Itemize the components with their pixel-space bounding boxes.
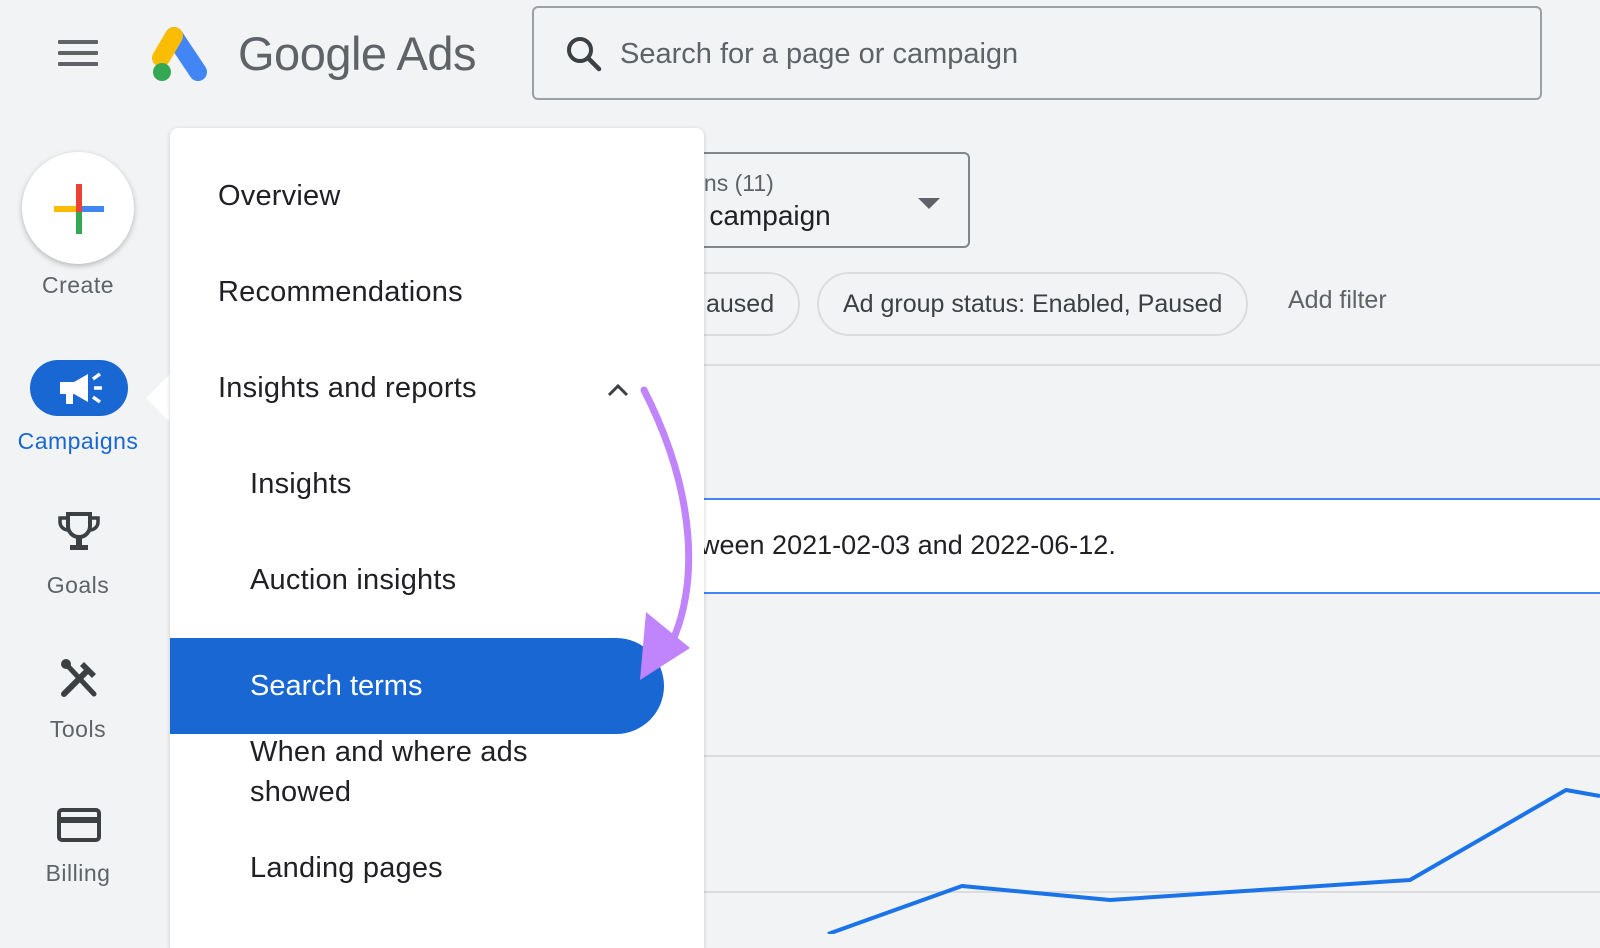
search-icon <box>564 34 604 74</box>
top-bar: Google Ads <box>0 0 1600 120</box>
menu-item-landing-pages[interactable]: Landing pages <box>250 852 443 885</box>
menu-pointer <box>146 374 170 422</box>
filter-chip-label: Ad group status: Enabled, Paused <box>843 290 1222 318</box>
menu-item-recommendations[interactable]: Recommendations <box>218 276 463 309</box>
menu-item-auction-insights[interactable]: Auction insights <box>250 564 456 597</box>
credit-card-icon[interactable] <box>56 802 102 848</box>
search-input[interactable] <box>618 28 1502 80</box>
campaign-selector-value: a campaign <box>686 200 831 232</box>
filter-chip-label: aused <box>706 290 774 318</box>
menu-item-overview[interactable]: Overview <box>218 180 340 213</box>
menu-item-insights-and-reports[interactable]: Insights and reports <box>218 372 477 405</box>
brand-google: Google <box>238 27 387 80</box>
date-range-banner: ween 2021-02-03 and 2022-06-12. <box>700 498 1600 594</box>
brand-ads: Ads <box>397 27 477 80</box>
menu-item-when-where-ads-line1[interactable]: When and where ads <box>250 736 528 769</box>
divider <box>700 364 1600 366</box>
tools-label[interactable]: Tools <box>0 716 156 743</box>
tools-icon[interactable] <box>56 656 102 702</box>
campaigns-nav-button[interactable] <box>30 360 128 416</box>
add-filter-link[interactable]: Add filter <box>1288 286 1387 315</box>
create-label: Create <box>0 272 156 299</box>
campaigns-label: Campaigns <box>0 428 156 455</box>
create-button[interactable] <box>22 152 134 264</box>
megaphone-icon <box>30 360 128 416</box>
google-ads-logo <box>152 26 214 82</box>
menu-item-when-where-ads-line2[interactable]: showed <box>250 776 351 809</box>
billing-label[interactable]: Billing <box>0 860 156 887</box>
brand-name: Google Ads <box>238 26 476 81</box>
hamburger-icon[interactable] <box>58 40 98 70</box>
trophy-icon[interactable] <box>56 510 102 556</box>
goals-label[interactable]: Goals <box>0 572 156 599</box>
filter-chip-ad-group-status[interactable]: Ad group status: Enabled, Paused <box>817 272 1248 336</box>
caret-down-icon <box>918 198 940 209</box>
annotation-arrow <box>600 380 720 690</box>
chart-series-line <box>828 790 1600 934</box>
performance-chart <box>700 740 1600 934</box>
banner-text: ween 2021-02-03 and 2022-06-12. <box>700 530 1116 561</box>
menu-item-search-terms[interactable]: Search terms <box>170 638 664 734</box>
plus-icon <box>22 152 134 264</box>
menu-item-search-terms-label: Search terms <box>250 670 422 703</box>
search-box[interactable] <box>532 6 1542 100</box>
menu-item-insights[interactable]: Insights <box>250 468 352 501</box>
